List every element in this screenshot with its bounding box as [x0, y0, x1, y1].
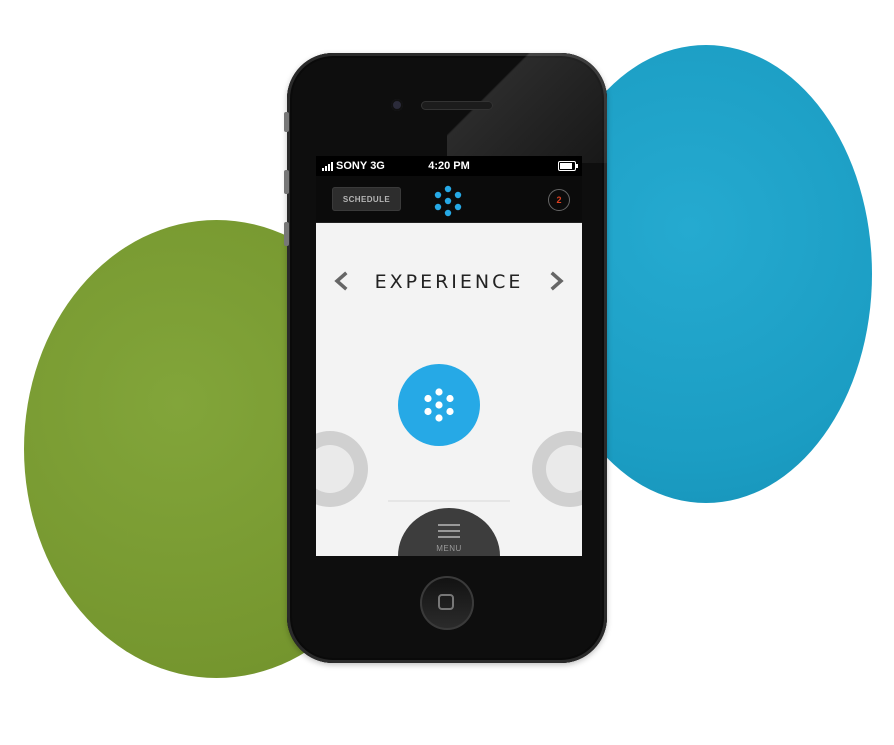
dotted-flower-logo-icon[interactable]	[431, 184, 465, 218]
previous-item-circle[interactable]	[316, 431, 368, 507]
menu-button[interactable]: MENU	[398, 508, 500, 556]
home-square-icon	[438, 594, 454, 610]
next-item-circle[interactable]	[532, 431, 582, 507]
battery-icon	[558, 161, 578, 171]
dotted-flower-icon	[424, 388, 454, 422]
volume-down-button[interactable]	[284, 222, 289, 246]
front-camera	[391, 99, 403, 111]
menu-label: MENU	[436, 544, 462, 553]
earpiece-speaker	[421, 101, 493, 110]
chevron-right-icon[interactable]	[544, 266, 570, 296]
experience-button[interactable]	[398, 364, 480, 446]
phone-device: SONY 3G 4:20 PM SCHEDULE 2 EXPERIENCE ME…	[287, 53, 607, 663]
section-navigator: EXPERIENCE	[316, 266, 582, 296]
hamburger-icon	[438, 524, 460, 542]
notification-badge[interactable]: 2	[548, 189, 570, 211]
status-bar: SONY 3G 4:20 PM	[316, 156, 582, 176]
schedule-button[interactable]: SCHEDULE	[332, 187, 401, 211]
divider-line	[388, 500, 510, 502]
home-button[interactable]	[420, 576, 474, 630]
status-time: 4:20 PM	[428, 160, 470, 172]
volume-up-button[interactable]	[284, 170, 289, 194]
mute-switch[interactable]	[284, 112, 289, 132]
app-screen: SONY 3G 4:20 PM SCHEDULE 2 EXPERIENCE ME…	[316, 156, 582, 556]
section-title: EXPERIENCE	[374, 271, 524, 293]
app-header: SCHEDULE 2	[316, 176, 582, 223]
